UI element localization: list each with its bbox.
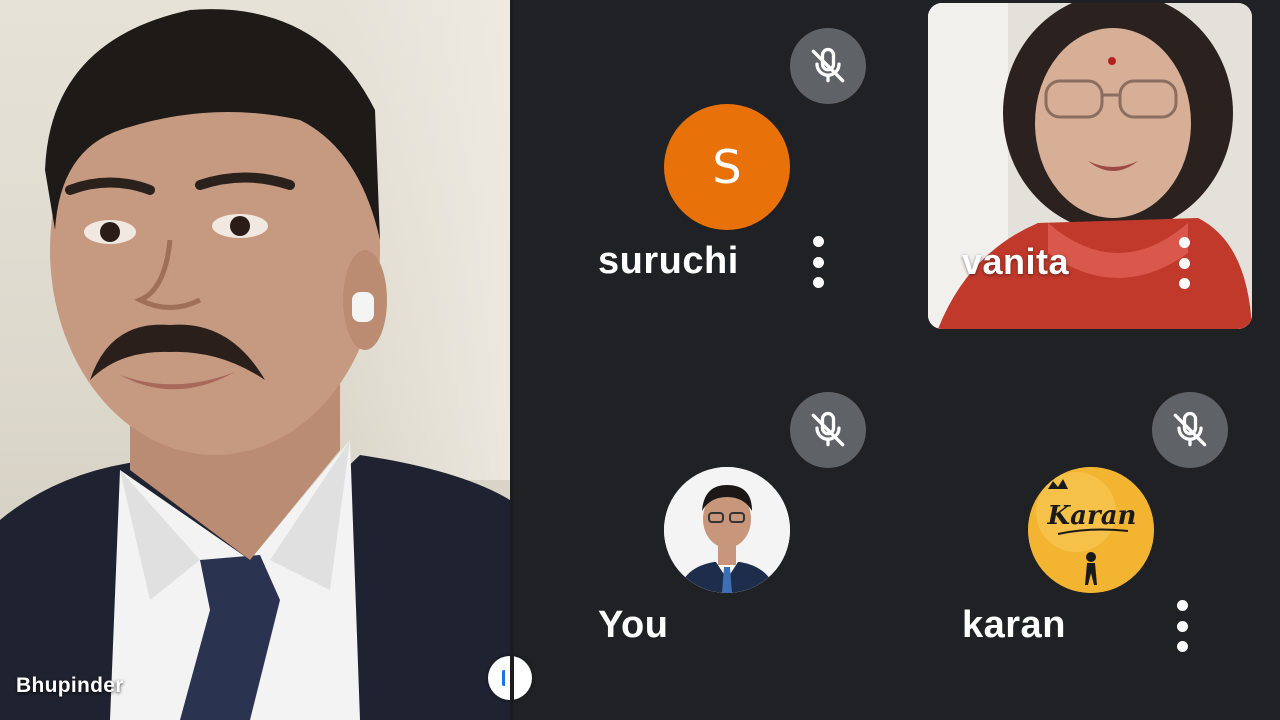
- mic-off-glyph: [811, 411, 845, 447]
- dot: [812, 236, 824, 247]
- dot: [1176, 641, 1188, 652]
- participant-name-you: You: [598, 604, 669, 646]
- dot: [1178, 257, 1190, 269]
- mic-off-glyph: [1173, 411, 1207, 447]
- more-vert-icon[interactable]: [1174, 233, 1194, 293]
- meeting-stage: Bhupinder S suruchi vanita You Karan kar…: [0, 0, 1280, 720]
- mic-off-icon[interactable]: [790, 28, 866, 104]
- speaker-figure: [0, 9, 510, 720]
- main-speaker-video[interactable]: Bhupinder: [0, 0, 510, 720]
- panel-divider: [510, 0, 514, 720]
- avatar-you-photo: [664, 467, 790, 593]
- main-speaker-name: Bhupinder: [16, 674, 124, 697]
- avatar-karan: Karan: [1028, 467, 1154, 593]
- participant-name-vanita: vanita: [962, 241, 1070, 282]
- mic-off-icon[interactable]: [1152, 392, 1228, 468]
- avatar-suruchi: S: [664, 104, 790, 230]
- more-vert-icon[interactable]: [1172, 596, 1192, 656]
- dot: [812, 256, 824, 268]
- avatar-you: [664, 467, 790, 593]
- dot: [1176, 620, 1188, 632]
- participant-name-karan: karan: [962, 604, 1066, 646]
- dot: [1176, 600, 1188, 611]
- dot: [1178, 237, 1190, 248]
- mic-off-glyph: [811, 47, 845, 83]
- avatar-karan-logo-text: Karan: [1047, 501, 1137, 531]
- more-vert-icon[interactable]: [808, 232, 828, 292]
- participant-tile-vanita[interactable]: vanita: [928, 3, 1252, 329]
- participant-name-suruchi: suruchi: [598, 240, 739, 282]
- dot: [1178, 278, 1190, 289]
- dot: [812, 277, 824, 288]
- mic-off-icon[interactable]: [790, 392, 866, 468]
